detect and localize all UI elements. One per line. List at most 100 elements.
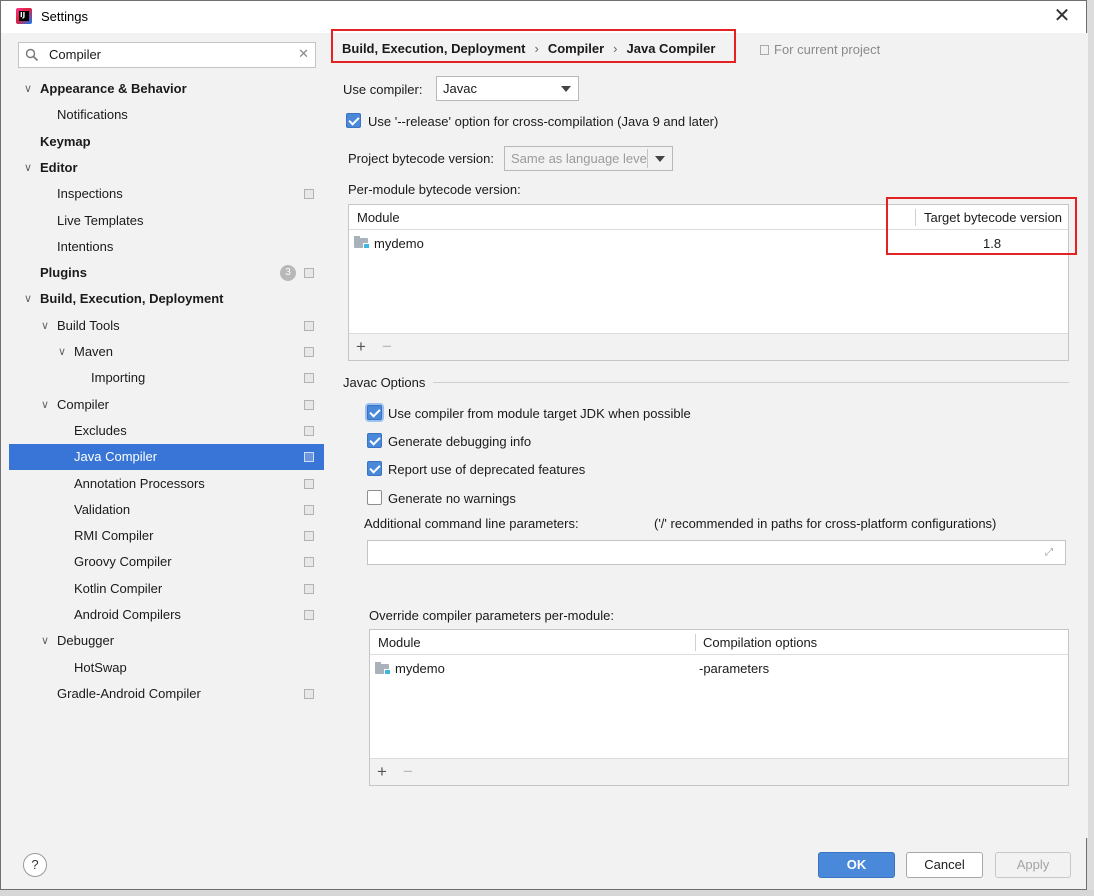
- apply-button[interactable]: Apply: [995, 852, 1071, 878]
- sidebar-item-label: Kotlin Compiler: [74, 580, 163, 596]
- column-header-module[interactable]: Module: [357, 210, 400, 225]
- column-header-module[interactable]: Module: [378, 635, 421, 650]
- deprecated-features-checkbox[interactable]: [367, 461, 382, 476]
- module-folder-icon: [375, 662, 391, 675]
- chevron-down-icon[interactable]: ∨: [21, 76, 35, 102]
- breadcrumb-part-compiler[interactable]: Compiler: [548, 41, 604, 56]
- sidebar-item-plugins[interactable]: Plugins 3: [9, 260, 324, 286]
- chevron-down-icon[interactable]: ∨: [21, 155, 35, 181]
- no-warnings-checkbox[interactable]: [367, 490, 382, 505]
- breadcrumb-separator: ›: [613, 41, 618, 56]
- sidebar-item-importing[interactable]: Importing: [9, 365, 324, 391]
- sidebar-item-appearance-behavior[interactable]: ∨ Appearance & Behavior: [9, 76, 324, 102]
- sidebar-item-build-tools[interactable]: ∨ Build Tools: [9, 313, 324, 339]
- project-scope-icon: [760, 45, 769, 55]
- sidebar-item-label: Live Templates: [57, 212, 144, 228]
- sidebar-item-annotation-processors[interactable]: Annotation Processors: [9, 471, 324, 497]
- sidebar-item-label: Editor: [40, 159, 78, 175]
- chevron-down-icon[interactable]: ∨: [38, 628, 52, 654]
- sidebar-item-label: Keymap: [40, 133, 91, 149]
- sidebar-item-editor[interactable]: ∨ Editor: [9, 155, 324, 181]
- chevron-down-icon[interactable]: ∨: [38, 392, 52, 418]
- intellij-app-icon: [16, 8, 32, 24]
- settings-sidebar: Compiler ✕ ∨ Appearance & Behavior Notific…: [9, 33, 324, 838]
- remove-icon[interactable]: −: [403, 762, 413, 782]
- sidebar-item-label: RMI Compiler: [74, 528, 154, 544]
- project-scope-icon: [304, 610, 314, 620]
- project-scope-icon: [304, 688, 314, 699]
- breadcrumb-part-java-compiler: Java Compiler: [626, 41, 716, 56]
- debugging-info-label: Generate debugging info: [388, 434, 532, 449]
- close-icon[interactable]: ✕: [1051, 5, 1073, 27]
- sidebar-item-rmi-compiler[interactable]: RMI Compiler: [9, 523, 324, 549]
- compilation-options-cell[interactable]: -parameters: [699, 661, 769, 676]
- java-compiler-panel: Build, Execution, Deployment › Compiler › Ja…: [324, 29, 1088, 838]
- chevron-down-icon: [655, 156, 665, 162]
- search-input[interactable]: Compiler ✕: [18, 42, 316, 68]
- release-option-checkbox[interactable]: [346, 113, 361, 128]
- sidebar-item-intentions[interactable]: Intentions: [9, 234, 324, 260]
- sidebar-item-hotswap[interactable]: HotSwap: [9, 655, 324, 681]
- sidebar-item-label: Debugger: [57, 633, 115, 649]
- sidebar-item-build-execution-deployment[interactable]: ∨ Build, Execution, Deployment: [9, 286, 324, 312]
- sidebar-item-label: Appearance & Behavior: [40, 81, 187, 96]
- clear-search-icon[interactable]: ✕: [298, 46, 309, 62]
- sidebar-item-label: Android Compilers: [74, 607, 181, 622]
- remove-icon[interactable]: −: [382, 337, 392, 357]
- for-current-project-label: For current project: [774, 42, 881, 57]
- sidebar-item-inspections[interactable]: Inspections: [9, 181, 324, 207]
- additional-params-label: Additional command line parameters:: [364, 516, 579, 531]
- sidebar-item-notifications[interactable]: Notifications: [9, 102, 324, 128]
- sidebar-item-kotlin-compiler[interactable]: Kotlin Compiler: [9, 576, 324, 602]
- sidebar-item-label: Plugins: [40, 265, 87, 281]
- sidebar-item-label: Build Tools: [57, 317, 120, 333]
- sidebar-item-groovy-compiler[interactable]: Groovy Compiler: [9, 549, 324, 575]
- sidebar-item-keymap[interactable]: Keymap: [9, 129, 324, 155]
- sidebar-item-debugger[interactable]: ∨ Debugger: [9, 628, 324, 654]
- cancel-button[interactable]: Cancel: [906, 852, 983, 878]
- add-icon[interactable]: +: [377, 762, 387, 782]
- chevron-down-icon[interactable]: ∨: [38, 313, 52, 339]
- project-bytecode-select[interactable]: Same as language leve: [504, 146, 673, 171]
- table-toolbar: + −: [370, 758, 1068, 785]
- ok-button[interactable]: OK: [818, 852, 895, 878]
- table-toolbar: + −: [349, 333, 1068, 360]
- breadcrumb-part-build[interactable]: Build, Execution, Deployment: [342, 41, 525, 56]
- debugging-info-checkbox[interactable]: [367, 433, 382, 448]
- sidebar-item-compiler[interactable]: ∨ Compiler: [9, 392, 324, 418]
- project-scope-icon: [304, 425, 314, 436]
- sidebar-item-java-compiler[interactable]: Java Compiler: [9, 444, 324, 471]
- settings-dialog: Settings ✕ Compiler ✕ ∨ Appearance & Beha…: [0, 0, 1088, 890]
- target-version-highlight-box: [886, 197, 1077, 255]
- sidebar-item-label: Importing: [91, 370, 146, 386]
- expand-icon[interactable]: ⤢: [1045, 547, 1057, 559]
- sidebar-item-android-compilers[interactable]: Android Compilers: [9, 602, 324, 628]
- add-icon[interactable]: +: [356, 337, 366, 357]
- project-bytecode-label: Project bytecode version:: [348, 151, 494, 166]
- javac-options-title: Javac Options: [343, 375, 426, 390]
- sidebar-item-label: Compiler: [57, 396, 110, 412]
- project-bytecode-placeholder: Same as language leve: [511, 151, 647, 166]
- chevron-down-icon[interactable]: ∨: [21, 286, 35, 312]
- for-current-project-note: For current project: [760, 42, 880, 57]
- sidebar-item-live-templates[interactable]: Live Templates: [9, 208, 324, 234]
- background-window-edge-bottom: [0, 890, 1094, 896]
- sidebar-item-gradle-android-compiler[interactable]: Gradle-Android Compiler: [9, 681, 324, 707]
- search-value: Compiler: [49, 47, 102, 62]
- background-window-edge: [1087, 0, 1094, 896]
- sidebar-item-excludes[interactable]: Excludes: [9, 418, 324, 444]
- additional-params-input[interactable]: ⤢: [367, 540, 1066, 565]
- help-button[interactable]: ?: [23, 853, 47, 877]
- module-target-jdk-checkbox[interactable]: [367, 405, 382, 420]
- project-scope-icon: [304, 268, 314, 279]
- sidebar-item-validation[interactable]: Validation: [9, 497, 324, 523]
- column-header-compilation-options[interactable]: Compilation options: [703, 635, 817, 650]
- sidebar-item-label: Validation: [74, 501, 131, 517]
- chevron-down-icon[interactable]: ∨: [55, 339, 69, 365]
- override-table: Module Compilation options mydemo -param…: [369, 629, 1069, 786]
- module-target-jdk-label: Use compiler from module target JDK when…: [388, 406, 691, 421]
- per-module-bytecode-label: Per-module bytecode version:: [348, 182, 521, 197]
- use-compiler-select[interactable]: Javac: [436, 76, 579, 101]
- sidebar-item-maven[interactable]: ∨ Maven: [9, 339, 324, 365]
- sidebar-item-label: Notifications: [57, 107, 128, 123]
